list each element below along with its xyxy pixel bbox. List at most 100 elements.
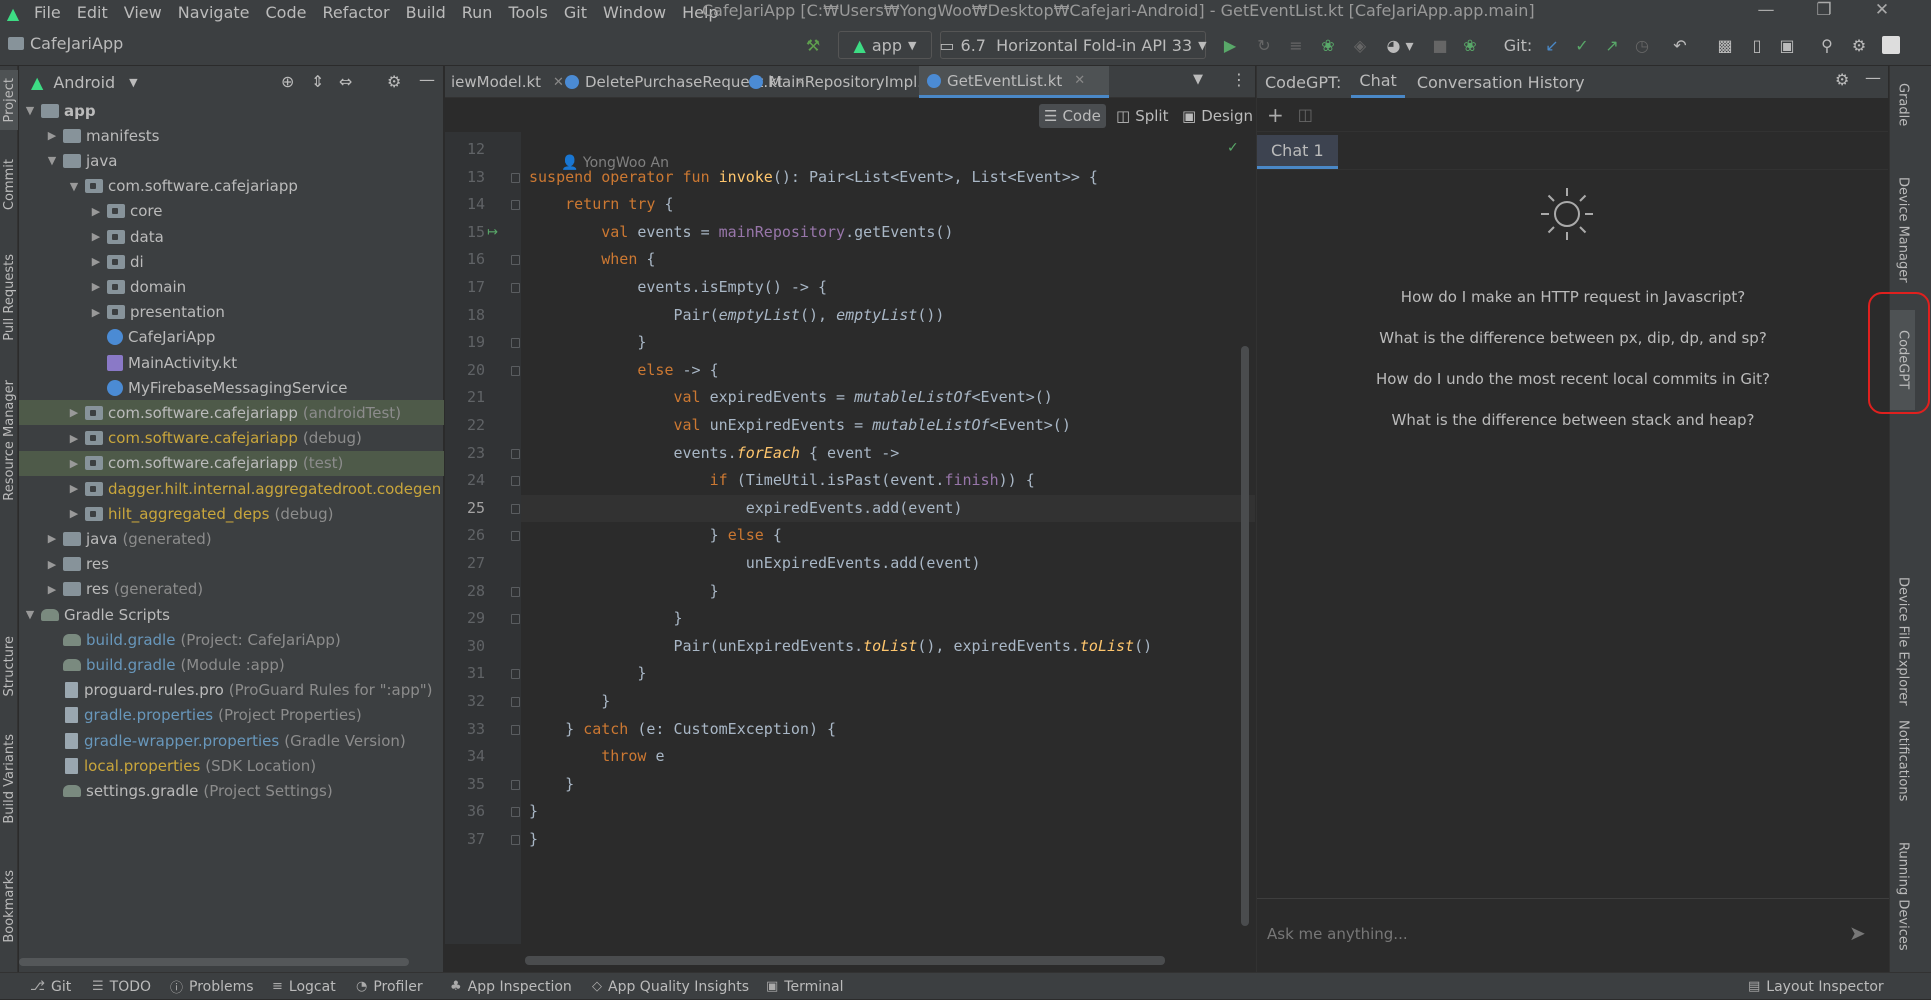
apply-changes-icon[interactable]: ≡ [1284,31,1308,59]
fold-marker-icon[interactable] [511,172,520,183]
expand-all-icon[interactable]: ⇕ [311,72,324,91]
expand-arrow-icon[interactable]: ▶ [89,205,103,218]
expand-arrow-icon[interactable]: ▼ [45,154,59,167]
expand-arrow-icon[interactable]: ▶ [89,230,103,243]
tree-item[interactable]: ▼ java [19,148,444,173]
menu-item-refactor[interactable]: Refactor [314,0,397,26]
tree-item[interactable]: MyFirebaseMessagingService [19,375,444,400]
hide-panel-icon[interactable]: — [1865,68,1881,87]
tree-item[interactable]: ▶ res [19,552,444,577]
fold-marker-icon[interactable] [511,338,520,349]
close-icon[interactable]: ✕ [1852,0,1912,22]
fold-marker-icon[interactable] [511,669,520,680]
fold-marker-icon[interactable] [511,255,520,266]
git-commit-icon[interactable]: ✓ [1570,31,1594,59]
mode-split-button[interactable]: ◫ Split [1111,104,1173,128]
build-hammer-icon[interactable]: ⚒ [800,31,826,59]
expand-arrow-icon[interactable]: ▼ [23,608,37,621]
editor-tab[interactable]: DeletePurchaseRequest.kt ✕ [557,66,806,98]
code-line[interactable]: } [521,826,1255,853]
menu-item-code[interactable]: Code [258,0,315,26]
tree-item[interactable]: build.gradle (Project: CafeJariApp) [19,627,444,652]
tool-tab-notifications[interactable]: Notifications [1890,706,1916,816]
fold-marker-icon[interactable] [511,586,520,597]
tool-tab-running-devices[interactable]: Running Devices [1890,826,1916,966]
vertical-scrollbar[interactable] [1241,346,1249,926]
suggestion-item[interactable]: How do I make an HTTP request in Javascr… [1257,288,1889,306]
tree-item[interactable]: ▶ presentation [19,300,444,325]
run-config-select[interactable]: ▲ app ▼ [838,31,932,59]
code-line[interactable]: } [521,798,1255,825]
fold-marker-icon[interactable] [511,283,520,293]
editor-tab[interactable]: GetEventList.kt ✕ [919,66,1109,98]
expand-arrow-icon[interactable]: ▶ [45,583,59,596]
fold-marker-icon[interactable] [511,448,520,459]
code-line[interactable]: val expiredEvents = mutableListOf<Event>… [521,384,1255,411]
tool-tab-resource-manager[interactable]: Resource Manager [0,370,18,510]
sdk-manager-icon[interactable]: ▣ [1774,31,1800,59]
menu-item-window[interactable]: Window [595,0,674,26]
tree-item[interactable]: ▶ di [19,249,444,274]
statusbar-profiler[interactable]: ◔ Profiler [356,973,423,1000]
menu-item-run[interactable]: Run [454,0,501,26]
expand-arrow-icon[interactable]: ▶ [67,482,81,495]
menu-item-edit[interactable]: Edit [69,0,116,26]
statusbar-app-quality-insights[interactable]: ◇ App Quality Insights [592,973,749,1000]
tree-item[interactable]: ▼ app [19,98,444,123]
send-icon[interactable]: ➤ [1849,921,1871,945]
code-line[interactable]: } [521,578,1255,605]
tool-tab-project[interactable]: Project [0,70,18,130]
code-line[interactable]: } catch (e: CustomException) { [521,716,1255,743]
menu-item-file[interactable]: File [26,0,69,26]
expand-arrow-icon[interactable]: ▶ [67,432,81,445]
rerun-icon[interactable]: ↻ [1252,31,1276,59]
menu-item-navigate[interactable]: Navigate [170,0,258,26]
code-line[interactable]: } [521,605,1255,632]
tree-item[interactable]: MainActivity.kt [19,350,444,375]
statusbar-todo[interactable]: ☰ TODO [92,973,151,1000]
add-chat-icon[interactable]: + [1267,103,1284,127]
mode-design-button[interactable]: ▣ Design [1177,104,1258,128]
tab-conversation-history[interactable]: Conversation History [1405,73,1597,92]
statusbar-problems[interactable]: ⓘ Problems [170,973,254,1000]
horizontal-scrollbar[interactable] [19,958,409,966]
menu-item-build[interactable]: Build [398,0,454,26]
tool-tab-commit[interactable]: Commit [0,150,18,220]
coverage-icon[interactable]: ◈ [1348,31,1372,59]
code-line[interactable]: unExpiredEvents.add(event) [521,550,1255,577]
horizontal-scrollbar[interactable] [525,956,1165,965]
tree-item[interactable]: CafeJariApp [19,325,444,350]
menu-item-tools[interactable]: Tools [500,0,555,26]
device-select[interactable]: ▭ 6.7 Horizontal Fold-in API 33 ▼ [939,31,1207,59]
code-area[interactable]: 👤 YongWoo An suspend operator fun invoke(… [521,132,1255,944]
tool-tab-device-manager[interactable]: Device Manager [1890,160,1916,300]
code-line[interactable]: throw e [521,743,1255,770]
tree-item[interactable]: ▶ java (generated) [19,526,444,551]
tree-item[interactable]: local.properties (SDK Location) [19,753,444,778]
breadcrumb[interactable]: CafeJariApp [8,34,123,53]
expand-arrow-icon[interactable]: ▶ [67,457,81,470]
tool-tab-bookmarks[interactable]: Bookmarks [0,856,18,956]
git-history-icon[interactable]: ◷ [1630,31,1654,59]
fold-marker-icon[interactable] [511,365,520,376]
fold-marker-icon[interactable] [511,835,520,845]
expand-arrow-icon[interactable]: ▼ [67,180,81,193]
gear-icon[interactable]: ⚙ [1835,70,1849,89]
minimize-icon[interactable]: — [1736,0,1796,22]
expand-arrow-icon[interactable]: ▶ [67,507,81,520]
menu-item-git[interactable]: Git [556,0,595,26]
code-line[interactable]: Pair(unExpiredEvents.toList(), expiredEv… [521,633,1255,660]
close-tab-icon[interactable]: ✕ [1074,73,1085,88]
tree-item[interactable]: ▶ domain [19,274,444,299]
profile-icon[interactable]: ◕ ▾ [1380,31,1420,59]
tree-item[interactable]: gradle.properties (Project Properties) [19,703,444,728]
device-manager-icon[interactable]: ▯ [1744,31,1770,59]
attach-debugger-icon[interactable]: ❀ [1458,31,1482,59]
fold-marker-icon[interactable] [511,807,520,818]
chat-tab[interactable]: Chat 1 [1257,135,1338,169]
collapse-all-icon[interactable]: ⇔ [339,72,352,91]
expand-arrow-icon[interactable]: ▶ [89,306,103,319]
tree-item[interactable]: ▶ com.software.cafejariapp (test) [19,450,444,476]
tree-item[interactable]: settings.gradle (Project Settings) [19,778,444,803]
expand-arrow-icon[interactable]: ▶ [67,406,81,419]
